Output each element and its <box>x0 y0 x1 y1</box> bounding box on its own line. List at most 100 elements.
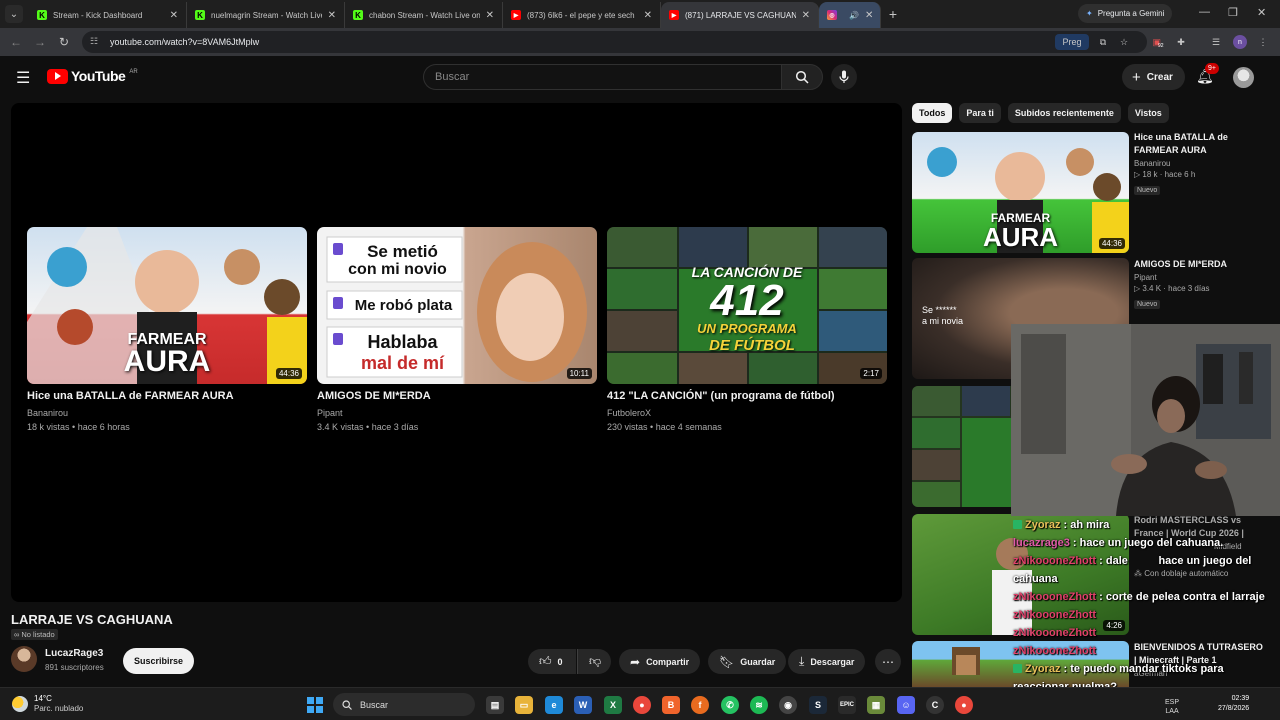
related-video-info[interactable]: Hice una BATALLA de FARMEAR AURA Bananir… <box>1134 131 1264 197</box>
excel-icon[interactable]: X <box>604 696 622 714</box>
obs-icon[interactable]: ◉ <box>779 696 797 714</box>
share-button[interactable]: ➦ Compartir <box>619 649 701 674</box>
tab-chabon-stream[interactable]: K chabon Stream - Watch Live on ✕ <box>345 2 503 28</box>
related-video-thumbnail[interactable]: FARMEAR AURA 44:36 <box>912 132 1129 253</box>
endscreen-video-card[interactable]: FARMEAR AURA 44:36 Hice una BATALLA de F… <box>27 227 307 432</box>
dislike-button[interactable]: 👎︎ <box>577 649 611 674</box>
close-tab-icon[interactable]: ✕ <box>170 10 178 21</box>
back-arrow-icon[interactable]: ← <box>4 35 28 49</box>
chrome-icon[interactable]: ● <box>633 696 651 714</box>
close-tab-icon[interactable]: ✕ <box>644 10 652 21</box>
weather-widget[interactable]: 14°C Parc. nublado <box>12 694 83 714</box>
new-tab-button[interactable]: + <box>881 6 905 22</box>
search-button[interactable] <box>781 64 823 90</box>
channel-name[interactable]: Pipant <box>317 408 597 418</box>
temperature: 14°C <box>34 694 52 703</box>
account-avatar[interactable] <box>1233 67 1254 88</box>
endscreen-video-card[interactable]: LA CANCIÓN DE 412 UN PROGRAMA DE FÚTBOL … <box>607 227 887 432</box>
channel-name-link[interactable]: LucazRage3 <box>45 648 103 659</box>
chip-todos[interactable]: Todos <box>912 103 953 123</box>
tab-youtube-larraje-active[interactable]: ▶ (871) LARRAJE VS CAGHUANA ✕ <box>661 2 819 28</box>
reload-icon[interactable]: ↻ <box>52 35 76 49</box>
edge-icon[interactable]: e <box>545 696 563 714</box>
video-title[interactable]: Hice una BATALLA de FARMEAR AURA <box>27 390 307 402</box>
chip-vistos[interactable]: Vistos <box>1127 103 1169 123</box>
speaker-icon[interactable]: 🔊 <box>849 11 859 20</box>
ask-gemini-button[interactable]: ✦ Pregunta a Gemini <box>1078 4 1173 23</box>
video-thumbnail[interactable]: Se metió con mi novio Me robó plata Habl… <box>317 227 597 384</box>
close-window-icon[interactable]: ✕ <box>1257 6 1266 19</box>
channel-avatar[interactable] <box>11 646 37 672</box>
related-video-title[interactable]: Hice una BATALLA de FARMEAR AURA <box>1134 131 1264 157</box>
tab-nuelmagrin-stream[interactable]: K nuelmagrin Stream - Watch Live ✕ <box>187 2 345 28</box>
steam-icon[interactable]: S <box>809 696 827 714</box>
bookmark-star-icon[interactable]: ☆ <box>1117 34 1131 50</box>
adblock-extension-icon[interactable]: ▣ 92 <box>1150 34 1166 50</box>
epic-games-icon[interactable]: EPIC <box>838 696 856 714</box>
firefox-icon[interactable]: f <box>691 696 709 714</box>
video-player[interactable]: FARMEAR AURA 44:36 Hice una BATALLA de F… <box>11 103 902 602</box>
search-input[interactable]: Buscar <box>423 64 781 90</box>
chip-para-ti[interactable]: Para ti <box>959 103 1001 123</box>
save-button[interactable]: 🔖︎ Guardar <box>708 649 787 674</box>
file-explorer-icon[interactable]: ▭ <box>515 696 533 714</box>
system-clock[interactable]: 02:39 27/8/2026 <box>1218 694 1249 714</box>
translate-extension[interactable]: Preg <box>1055 34 1089 50</box>
more-menu-icon[interactable]: ⋮ <box>1257 34 1269 50</box>
tab-instagram[interactable]: ◎ I 🔊 ✕ <box>819 2 881 28</box>
close-tab-icon[interactable]: ✕ <box>328 10 336 21</box>
extensions-puzzle-icon[interactable]: ✚ <box>1174 34 1188 50</box>
brave-icon[interactable]: B <box>662 696 680 714</box>
site-info-icon[interactable]: ☷ <box>90 36 102 48</box>
whatsapp-icon[interactable]: ✆ <box>721 696 739 714</box>
video-thumbnail[interactable]: LA CANCIÓN DE 412 UN PROGRAMA DE FÚTBOL … <box>607 227 887 384</box>
endscreen-video-card[interactable]: Se metió con mi novio Me robó plata Habl… <box>317 227 597 432</box>
close-tab-icon[interactable]: ✕ <box>802 10 810 21</box>
tab-kick-dashboard[interactable]: K Stream - Kick Dashboard ✕ <box>29 2 187 28</box>
discord-icon[interactable]: ☺ <box>897 696 915 714</box>
word-icon[interactable]: W <box>574 696 592 714</box>
create-button[interactable]: + Crear <box>1122 64 1185 90</box>
close-tab-icon[interactable]: ✕ <box>486 10 494 21</box>
minecraft-icon[interactable]: ▦ <box>867 696 885 714</box>
tab-search-button[interactable]: ⌄ <box>5 5 23 23</box>
hamburger-menu-icon[interactable]: ☰ <box>16 68 30 88</box>
windows-start-icon[interactable] <box>307 697 323 713</box>
forward-arrow-icon[interactable]: → <box>28 35 52 49</box>
media-control-icon[interactable]: ☰ <box>1209 34 1223 50</box>
taskbar-search[interactable]: Buscar <box>333 693 475 716</box>
chat-username: lucazrage3 <box>1013 537 1070 549</box>
video-title[interactable]: AMIGOS DE MI*ERDA <box>317 390 597 402</box>
voice-search-button[interactable] <box>831 64 857 90</box>
language-indicator[interactable]: ESP LAA <box>1165 698 1179 716</box>
more-actions-button[interactable]: ⋯ <box>875 649 901 674</box>
restore-icon[interactable]: ❐ <box>1228 6 1238 19</box>
subscribe-button[interactable]: Suscribirse <box>123 648 195 674</box>
notifications-button[interactable]: 🔔︎ 9+ <box>1196 63 1219 85</box>
related-video-info[interactable]: AMIGOS DE MI*ERDA Pipant ▷ 3.4 K · hace … <box>1134 258 1264 311</box>
profile-avatar[interactable]: n <box>1233 35 1247 49</box>
kick-icon: K <box>195 10 205 20</box>
video-thumbnail[interactable]: FARMEAR AURA 44:36 <box>27 227 307 384</box>
task-view-icon[interactable]: ▤ <box>486 696 504 714</box>
download-button[interactable]: ⤓ Descargar <box>788 649 866 674</box>
screenshot-icon[interactable]: ⧉ <box>1096 34 1110 50</box>
youtube-logo[interactable]: YouTube AR <box>47 68 138 84</box>
channel-name[interactable]: Bananirou <box>27 408 307 418</box>
bookmark-icon: 🔖︎ <box>719 654 735 669</box>
video-title[interactable]: 412 "LA CANCIÓN" (un programa de fútbol) <box>607 390 887 402</box>
tab-youtube-6lk6[interactable]: ▶ (873) 6lk6 - el pepe y ete sech ✕ <box>503 2 661 28</box>
spotify-icon[interactable]: ≋ <box>750 696 768 714</box>
channel-name[interactable]: FutboleroX <box>607 408 887 418</box>
url-bar[interactable]: ☷ youtube.com/watch?v=8VAM6JtMplw <box>82 31 1147 53</box>
chip-subidos-recientemente[interactable]: Subidos recientemente <box>1007 103 1121 123</box>
capcut-icon[interactable]: C <box>926 696 944 714</box>
minimize-icon[interactable]: — <box>1199 6 1210 18</box>
related-channel-name[interactable]: Bananirou <box>1134 159 1264 168</box>
like-button[interactable]: 👍︎ 0 <box>528 649 576 674</box>
close-tab-icon[interactable]: ✕ <box>865 10 873 21</box>
chat-text: corte de pelea contra el larraje <box>1105 591 1265 603</box>
chrome-active-icon[interactable]: ● <box>955 696 973 714</box>
related-channel-name[interactable]: Pipant <box>1134 273 1264 282</box>
related-video-title[interactable]: AMIGOS DE MI*ERDA <box>1134 258 1264 271</box>
